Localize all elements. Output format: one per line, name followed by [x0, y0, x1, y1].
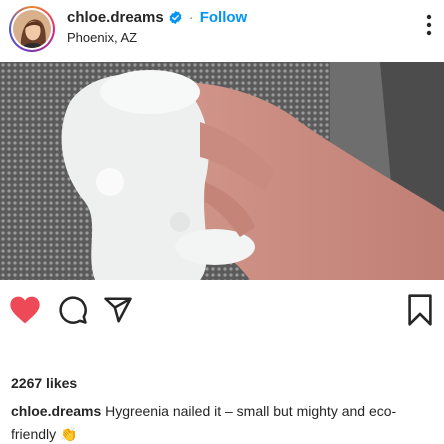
photo-content	[0, 62, 444, 280]
caption-username[interactable]: chloe.dreams	[11, 403, 101, 419]
share-icon[interactable]	[103, 295, 133, 325]
user-line: chloe.dreams · Follow	[67, 9, 247, 26]
bookmark-icon[interactable]	[407, 294, 433, 326]
post-photo[interactable]	[0, 62, 444, 280]
verified-badge-icon	[169, 10, 182, 25]
more-options-icon[interactable]	[426, 14, 432, 36]
separator-dot: ·	[188, 9, 194, 26]
like-count[interactable]: 2267 likes	[11, 375, 77, 391]
story-ring[interactable]	[9, 6, 55, 52]
comment-icon[interactable]	[58, 295, 88, 325]
location-link[interactable]: Phoenix, AZ	[67, 30, 137, 45]
heart-icon[interactable]	[9, 295, 41, 325]
avatar[interactable]	[13, 10, 51, 48]
username-link[interactable]: chloe.dreams	[67, 9, 164, 26]
post-header: chloe.dreams · Follow Phoenix, AZ	[0, 0, 444, 62]
follow-button[interactable]: Follow	[200, 9, 248, 26]
caption: chloe.dreams Hygreenia nailed it – small…	[11, 400, 436, 444]
action-bar	[0, 291, 444, 331]
